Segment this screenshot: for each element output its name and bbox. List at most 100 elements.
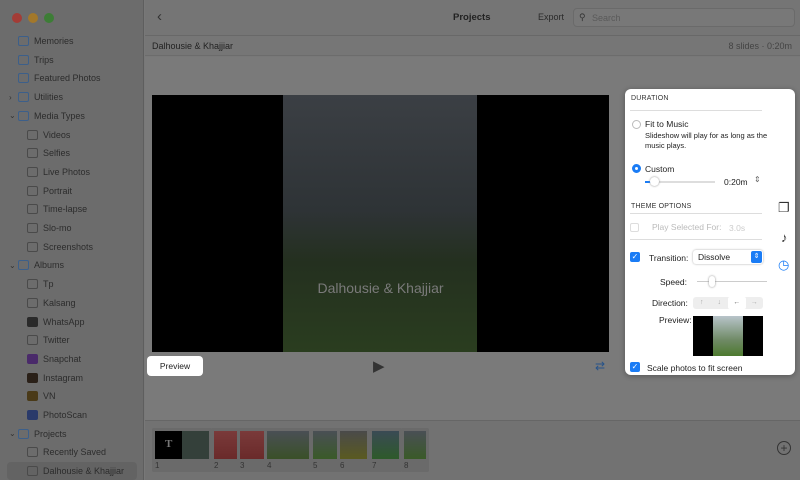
sidebar-item-label: Memories (34, 36, 74, 46)
sidebar-item-kalsang[interactable]: Kalsang (0, 294, 144, 312)
slide-thumbnail[interactable]: T1 (152, 428, 212, 472)
slide-thumbnail[interactable]: 8 (401, 428, 429, 472)
sidebar-item-time-lapse[interactable]: Time-lapse (0, 200, 144, 218)
sidebar-item-label: Instagram (43, 372, 84, 383)
play-icon[interactable]: ▶ (373, 357, 385, 375)
sidebar-item-utilities[interactable]: › Utilities (0, 88, 144, 106)
slide-number: 4 (267, 461, 272, 470)
duration-icon[interactable]: ◷ (778, 257, 789, 273)
direction-option[interactable]: ↓ (711, 297, 729, 309)
disclosure-chevron-icon[interactable]: ⌄ (9, 111, 16, 120)
transition-select[interactable]: Dissolve ⇕ (693, 250, 763, 264)
search-icon: ⚲ (579, 12, 586, 22)
sidebar-item-media-types[interactable]: ⌄ Media Types (0, 107, 144, 125)
sidebar-item-screenshots[interactable]: Screenshots (0, 238, 144, 256)
minimize-button[interactable] (28, 13, 38, 23)
album-thumbnail (27, 372, 38, 383)
sidebar-item-label: Live Photos (43, 166, 91, 177)
sidebar-item-label: Videos (43, 129, 71, 140)
slide-thumbnail[interactable]: 7 (369, 428, 402, 472)
sidebar-item-albums[interactable]: ⌄ Albums (0, 256, 144, 274)
sidebar-item-projects[interactable]: ⌄ Projects (0, 425, 144, 443)
search-input[interactable]: ⚲ Search (573, 8, 795, 27)
sidebar-item-instagram[interactable]: Instagram (0, 369, 144, 387)
sidebar-item-featured-photos[interactable]: Featured Photos (0, 69, 144, 87)
sidebar-item-label: Trips (34, 54, 54, 65)
slideshow-icon (27, 447, 38, 458)
repeat-icon[interactable]: ⇄ (595, 359, 605, 373)
add-slide-button[interactable]: + (777, 441, 791, 455)
slide-preview[interactable]: Dalhousie & Khajjiar (152, 95, 609, 352)
project-summary: 8 slides · 0:20m (728, 41, 792, 51)
folder-icon (18, 110, 29, 121)
scale-photos-checkbox[interactable]: ✓ (630, 362, 640, 372)
slide-number: 3 (240, 461, 245, 470)
album-icon (27, 297, 38, 308)
slide-thumbnail[interactable]: 4 (264, 428, 312, 472)
zoom-button[interactable] (44, 13, 54, 23)
music-icon[interactable]: ♪ (781, 230, 788, 245)
sidebar-item-label: WhatsApp (43, 316, 85, 327)
sidebar-item-videos[interactable]: Videos (0, 126, 144, 144)
custom-radio[interactable] (632, 164, 641, 173)
sidebar-item-memories[interactable]: Memories (0, 32, 144, 50)
slide-image (313, 431, 337, 459)
slide-thumbnail[interactable]: 5 (310, 428, 340, 472)
sidebar-item-selfies[interactable]: Selfies (0, 144, 144, 162)
custom-label: Custom (645, 164, 675, 174)
preview-button[interactable]: Preview (147, 356, 203, 376)
themes-icon[interactable]: ❐ (778, 200, 790, 216)
play-selected-label: Play Selected For: (652, 222, 722, 232)
toolbar: ‹ Projects Export ⚲ Search (145, 0, 800, 36)
slide-number: 8 (404, 461, 409, 470)
slide-thumbnail[interactable]: 3 (237, 428, 267, 472)
album-thumbnail (27, 410, 38, 420)
sidebar-item-dalhousie-khajjiar[interactable]: Dalhousie & Khajjiar (7, 462, 137, 480)
disclosure-chevron-icon[interactable]: › (9, 93, 12, 102)
sidebar-item-live-photos[interactable]: Live Photos (0, 163, 144, 181)
folder-icon (18, 428, 29, 439)
selfie-icon (27, 148, 38, 159)
sidebar-item-label: Tp (43, 279, 54, 290)
duration-stepper[interactable]: ⇕ (754, 175, 761, 184)
portrait-icon (27, 185, 38, 196)
sidebar-item-trips[interactable]: Trips (0, 51, 144, 69)
featured-photos-icon (18, 73, 29, 84)
slo-mo-icon (27, 223, 38, 233)
sidebar-item-slo-mo[interactable]: Slo-mo (0, 219, 144, 237)
sidebar-item-tp[interactable]: Tp (0, 275, 144, 293)
sidebar-item-whatsapp[interactable]: WhatsApp (0, 313, 144, 331)
play-selected-checkbox[interactable] (630, 223, 639, 232)
duration-slider[interactable] (645, 177, 715, 186)
sidebar-item-twitter[interactable]: Twitter (0, 331, 144, 349)
select-arrows-icon: ⇕ (751, 251, 762, 263)
speed-slider[interactable] (697, 276, 767, 287)
fit-to-music-radio[interactable] (632, 120, 641, 129)
screenshot-icon (27, 241, 38, 252)
slide-thumbnail[interactable]: 6 (337, 428, 370, 472)
sidebar-item-snapchat[interactable]: Snapchat (0, 350, 144, 368)
direction-option[interactable]: ← (728, 297, 746, 309)
project-title: Dalhousie & Khajjiar (152, 41, 234, 51)
sidebar-item-recently-saved[interactable]: Recently Saved (0, 443, 144, 461)
transition-checkbox[interactable]: ✓ (630, 252, 640, 262)
play-selected-value: 3.0s (729, 223, 746, 233)
live-photo-icon (27, 166, 38, 177)
sidebar-item-label: Recently Saved (43, 447, 107, 458)
direction-segmented-control[interactable]: ↑ ↓ ← → (693, 297, 763, 309)
sidebar-item-label: Media Types (34, 110, 85, 121)
sidebar-item-label: Dalhousie & Khajjiar (43, 466, 125, 477)
sidebar-item-portrait[interactable]: Portrait (0, 182, 144, 200)
sidebar-item-photoscan[interactable]: PhotoScan (0, 406, 144, 424)
back-button[interactable]: ‹ (157, 8, 162, 25)
close-button[interactable] (12, 13, 22, 23)
direction-option[interactable]: → (746, 297, 764, 309)
video-icon (27, 129, 38, 140)
utilities-icon (18, 92, 29, 103)
window-title: Projects (453, 12, 491, 23)
direction-option[interactable]: ↑ (693, 297, 711, 309)
export-button[interactable]: Export (538, 12, 564, 22)
disclosure-chevron-icon[interactable]: ⌄ (9, 261, 16, 270)
disclosure-chevron-icon[interactable]: ⌄ (9, 429, 16, 438)
sidebar-item-vn[interactable]: VN (0, 387, 144, 405)
